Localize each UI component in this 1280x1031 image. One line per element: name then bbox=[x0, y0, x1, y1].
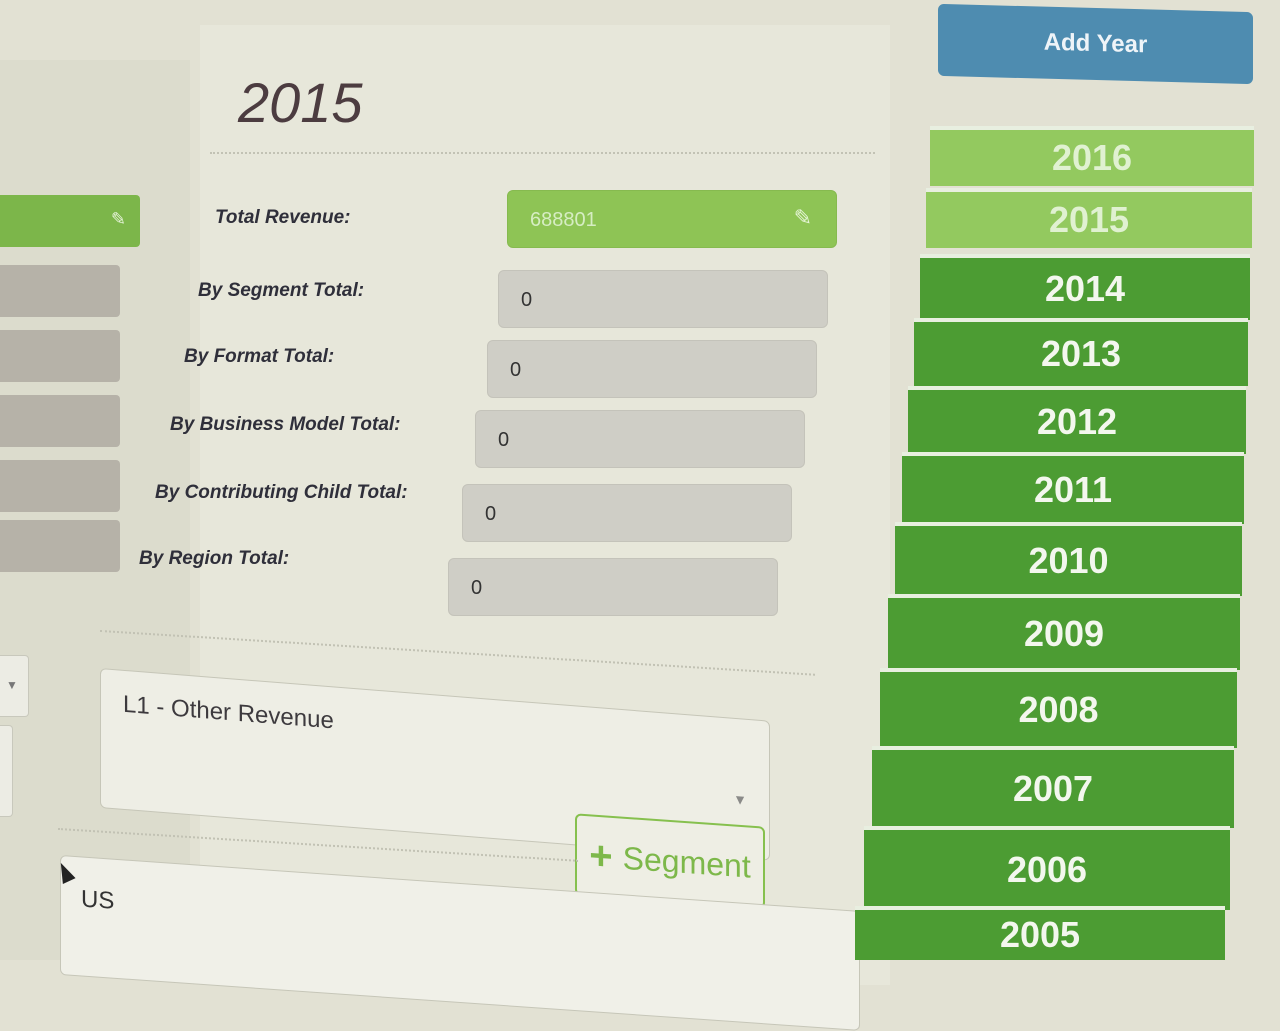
year-item-2016[interactable]: 2016 bbox=[930, 126, 1254, 186]
year-item-2015[interactable]: 2015 bbox=[926, 188, 1252, 248]
by-contributing-child-total-field[interactable]: 0 bbox=[462, 484, 792, 542]
year-item-2005[interactable]: 2005 bbox=[855, 906, 1225, 960]
divider bbox=[210, 152, 875, 154]
year-item-2012[interactable]: 2012 bbox=[908, 386, 1246, 454]
total-revenue-label: Total Revenue: bbox=[215, 207, 351, 228]
by-region-total-field[interactable]: 0 bbox=[448, 558, 778, 616]
year-item-2014[interactable]: 2014 bbox=[920, 254, 1250, 320]
region-field-value: US bbox=[81, 885, 115, 915]
chevron-down-icon: ▼ bbox=[733, 790, 747, 808]
by-format-total-label: By Format Total: bbox=[184, 346, 335, 367]
by-region-total-label: By Region Total: bbox=[139, 548, 290, 569]
left-panel-box[interactable] bbox=[0, 725, 13, 817]
by-segment-total-value: 0 bbox=[521, 289, 533, 311]
by-business-model-total-label: By Business Model Total: bbox=[170, 414, 401, 435]
year-item-2011[interactable]: 2011 bbox=[902, 452, 1244, 524]
left-panel-field[interactable] bbox=[0, 460, 120, 512]
by-business-model-total-field[interactable]: 0 bbox=[475, 410, 805, 468]
by-contributing-child-total-label: By Contributing Child Total: bbox=[155, 482, 408, 503]
year-item-2009[interactable]: 2009 bbox=[888, 594, 1240, 670]
year-item-2010[interactable]: 2010 bbox=[895, 522, 1242, 596]
by-region-total-value: 0 bbox=[471, 577, 483, 599]
add-segment-label: Segment bbox=[622, 839, 751, 885]
by-format-total-field[interactable]: 0 bbox=[487, 340, 817, 398]
add-year-button[interactable]: Add Year bbox=[938, 3, 1253, 85]
left-panel-field[interactable] bbox=[0, 395, 120, 447]
total-revenue-field[interactable]: 688801 ✎ bbox=[507, 190, 837, 248]
pencil-icon[interactable]: ✎ bbox=[111, 209, 126, 230]
by-segment-total-field[interactable]: 0 bbox=[498, 270, 828, 328]
left-panel-field[interactable] bbox=[0, 520, 120, 572]
by-contributing-child-total-value: 0 bbox=[485, 503, 497, 525]
year-item-2008[interactable]: 2008 bbox=[880, 668, 1237, 748]
pencil-icon[interactable]: ✎ bbox=[794, 205, 812, 231]
by-segment-total-label: By Segment Total: bbox=[198, 280, 365, 301]
chevron-down-icon: ▼ bbox=[6, 678, 18, 692]
by-format-total-value: 0 bbox=[510, 359, 522, 381]
left-panel-green-field[interactable]: ✎ bbox=[0, 195, 140, 247]
year-item-2006[interactable]: 2006 bbox=[864, 826, 1230, 910]
left-panel-field[interactable] bbox=[0, 330, 120, 382]
year-item-2007[interactable]: 2007 bbox=[872, 746, 1234, 828]
left-panel: ✎ ▼ bbox=[0, 60, 190, 960]
total-revenue-value: 688801 bbox=[530, 209, 597, 231]
left-panel-field[interactable] bbox=[0, 265, 120, 317]
plus-icon: + bbox=[589, 832, 613, 879]
page-title: 2015 bbox=[238, 71, 363, 134]
left-panel-select[interactable]: ▼ bbox=[0, 655, 29, 717]
year-item-2013[interactable]: 2013 bbox=[914, 318, 1248, 386]
by-business-model-total-value: 0 bbox=[498, 429, 510, 451]
segment-select-value: L1 - Other Revenue bbox=[123, 690, 334, 735]
